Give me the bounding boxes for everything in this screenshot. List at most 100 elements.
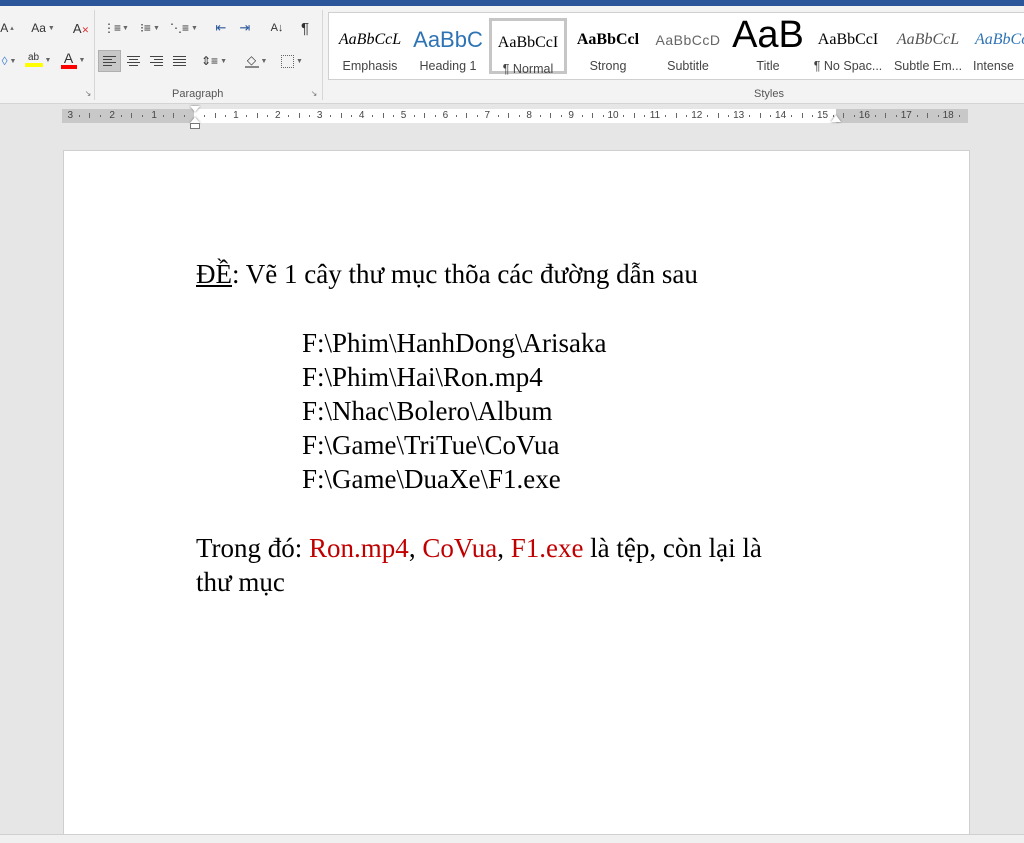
ruler-quarter-dot (351, 115, 353, 117)
separator: , (497, 533, 511, 563)
align-center-button[interactable] (122, 51, 144, 71)
ruler-half-tick (717, 113, 719, 118)
style-name: Subtitle (667, 59, 709, 73)
justify-icon (172, 56, 186, 66)
ruler-quarter-dot (791, 115, 793, 117)
assignment-title: ĐỀ: Vẽ 1 cây thư mục thõa các đường dẫn … (196, 257, 698, 291)
style-name: Strong (589, 59, 627, 73)
style-name: ¶ No Spac... (813, 59, 883, 73)
style-subtle-emphasis[interactable]: AaBbCcL Subtle Em... (889, 13, 967, 77)
text-highlight-button[interactable]: ab ▼ (22, 50, 54, 70)
ruler-half-tick (675, 113, 677, 118)
sort-icon: A↓ (270, 22, 284, 34)
ruler-half-tick (256, 113, 258, 118)
multilevel-list-button[interactable]: ⋱≡ ▼ (168, 18, 200, 38)
shading-button[interactable]: ◇ ▼ (240, 51, 272, 71)
ruler-number: 13 (733, 110, 745, 121)
note-line-1: Trong đó: Ron.mp4, CoVua, F1.exe là tệp,… (196, 531, 762, 565)
style-strong[interactable]: AaBbCcl Strong (569, 13, 647, 77)
ruler-half-tick (131, 113, 133, 118)
ruler-number: 11 (649, 110, 661, 121)
style-preview: AaBbCcL (975, 31, 1024, 48)
file-name: Ron.mp4 (309, 533, 409, 563)
path-line: F:\Phim\HanhDong\Arisaka (302, 328, 607, 358)
line-spacing-button[interactable]: ⇕≡ ▼ (198, 51, 230, 71)
first-line-indent-marker[interactable] (190, 106, 200, 112)
ruler-quarter-dot (162, 115, 164, 117)
clear-formatting-button[interactable]: A✕ (72, 18, 90, 38)
ruler-quarter-dot (916, 115, 918, 117)
ruler-quarter-dot (309, 115, 311, 117)
ruler-quarter-dot (958, 115, 960, 117)
change-case-button[interactable]: Aa ▼ (28, 18, 58, 38)
paint-bucket-icon: ◇ (244, 54, 259, 68)
ruler-quarter-dot (895, 115, 897, 117)
style-subtitle[interactable]: AaBbCcD Subtitle (649, 13, 727, 77)
style-normal[interactable]: AaBbCcI ¶ Normal (489, 18, 567, 76)
font-group-divider (94, 10, 95, 100)
font-color-button[interactable]: A ▼ (56, 50, 90, 70)
ruler-number: 4 (358, 110, 365, 121)
ruler-number: 18 (942, 110, 954, 121)
ruler-quarter-dot (204, 115, 206, 117)
ruler-quarter-dot (288, 115, 290, 117)
style-emphasis[interactable]: AaBbCcL Emphasis (331, 13, 409, 77)
ruler-quarter-dot (497, 115, 499, 117)
borders-button[interactable]: ▼ (276, 51, 308, 71)
ruler-half-tick (89, 113, 91, 118)
style-no-spacing[interactable]: AaBbCcI ¶ No Spac... (809, 13, 887, 77)
horizontal-ruler[interactable]: 3 2 1 1 2 3 4 5 6 7 8 9 10 11 12 13 14 15 16 17 18 (62, 106, 968, 129)
ruler-half-tick (885, 113, 887, 118)
style-preview: AaBbCcI (817, 31, 879, 48)
paragraph-dialog-launcher-icon[interactable]: ↘ (310, 90, 318, 98)
ruler-quarter-dot (686, 115, 688, 117)
file-name: F1.exe (510, 533, 584, 563)
align-right-button[interactable] (145, 51, 167, 71)
ruler-quarter-dot (874, 115, 876, 117)
bullets-button[interactable]: ⋮≡ ▼ (100, 18, 132, 38)
ruler-quarter-dot (728, 115, 730, 117)
ruler-number: 16 (858, 110, 870, 121)
ruler-quarter-dot (120, 115, 122, 117)
ruler-half-tick (466, 113, 468, 118)
style-preview: AaBbCcD (655, 32, 721, 48)
style-name: Title (756, 59, 780, 73)
ruler-quarter-dot (832, 115, 834, 117)
decrease-indent-button[interactable]: ⇤ (210, 18, 232, 38)
ruler-number: 12 (691, 110, 703, 121)
style-intense[interactable]: AaBbCcL Intense (969, 13, 1024, 77)
style-title[interactable]: AaB Title (729, 13, 807, 77)
ruler-half-tick (759, 113, 761, 118)
multilevel-list-icon: ⋱≡ (170, 21, 190, 35)
style-heading-1[interactable]: AaBbC Heading 1 (409, 13, 487, 77)
document-page[interactable]: ĐỀ: Vẽ 1 cây thư mục thõa các đường dẫn … (63, 150, 970, 836)
justify-button[interactable] (168, 51, 190, 71)
style-preview: AaBbCcL (896, 31, 960, 48)
ruler-half-tick (424, 113, 426, 118)
ruler-quarter-dot (99, 115, 101, 117)
style-name: Subtle Em... (893, 59, 963, 73)
sort-button[interactable]: A↓ (266, 18, 288, 38)
ruler-quarter-dot (665, 115, 667, 117)
ruler-quarter-dot (476, 115, 478, 117)
ruler-number: 10 (607, 110, 619, 121)
show-formatting-marks-button[interactable]: ¶ (294, 18, 316, 38)
ruler-quarter-dot (853, 115, 855, 117)
bullets-icon: ⋮≡ (103, 21, 121, 35)
pilcrow-icon: ¶ (300, 19, 310, 37)
ruler-half-tick (927, 113, 929, 118)
ruler-half-tick (508, 113, 510, 118)
ruler-quarter-dot (602, 115, 604, 117)
left-indent-marker[interactable] (190, 123, 200, 129)
align-left-button[interactable] (98, 50, 121, 72)
numbering-button[interactable]: ⁝≡ ▼ (134, 18, 166, 38)
increase-indent-button[interactable]: ⇥ (234, 18, 256, 38)
path-line: F:\Nhac\Bolero\Album (302, 396, 553, 426)
grow-font-button[interactable]: A ▴ (0, 18, 14, 38)
style-preview: AaBbCcI (497, 34, 559, 51)
text-effects-button[interactable]: ◊ ▼ (0, 51, 18, 71)
highlighter-icon: ab (24, 53, 43, 67)
ruler-quarter-dot (749, 115, 751, 117)
font-dialog-launcher-icon[interactable]: ↘ (84, 90, 92, 98)
ruler-number: 3 (67, 110, 74, 121)
